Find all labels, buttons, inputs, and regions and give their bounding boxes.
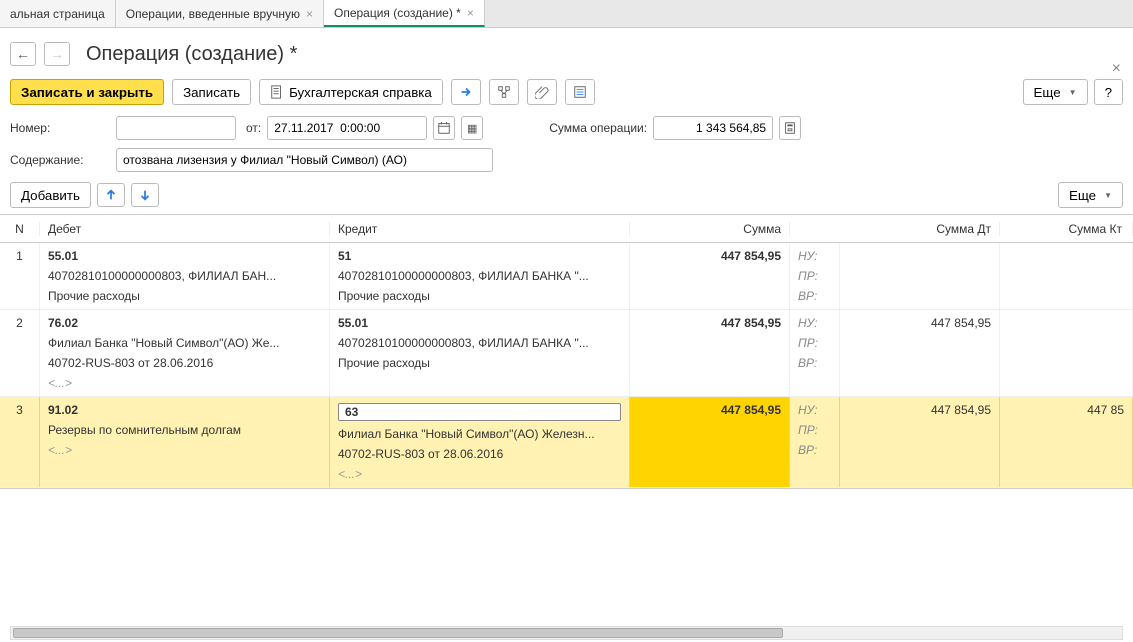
sum-label: Сумма операции: — [549, 121, 647, 135]
content-label: Содержание: — [10, 153, 110, 167]
calendar-icon — [437, 121, 451, 135]
col-debit-header[interactable]: Дебет — [40, 222, 330, 236]
report-button[interactable] — [565, 79, 595, 105]
fill-button[interactable] — [451, 79, 481, 105]
tab-label: альная страница — [10, 7, 105, 21]
move-down-button[interactable] — [131, 183, 159, 207]
col-credit-header[interactable]: Кредит — [330, 222, 630, 236]
close-page-icon[interactable]: × — [1112, 60, 1121, 78]
col-sumdt-header[interactable]: Сумма Дт — [840, 222, 1000, 236]
row-number: 1 — [0, 243, 40, 309]
nav-back-button[interactable]: ← — [10, 42, 36, 66]
tree-button[interactable] — [489, 79, 519, 105]
accounting-note-label: Бухгалтерская справка — [289, 85, 432, 100]
calculator-icon — [783, 121, 797, 135]
close-icon[interactable]: × — [306, 7, 313, 21]
table-row[interactable]: 155.0140702810100000000803, ФИЛИАЛ БАН..… — [0, 243, 1133, 310]
move-up-button[interactable] — [97, 183, 125, 207]
tab-operations-manual[interactable]: Операции, введенные вручную × — [116, 0, 324, 27]
document-icon — [270, 85, 284, 99]
scrollbar-thumb[interactable] — [13, 628, 783, 638]
table-more-button[interactable]: Еще ▼ — [1058, 182, 1123, 208]
more-label: Еще — [1069, 188, 1096, 203]
help-button[interactable]: ? — [1094, 79, 1123, 105]
credit-cell[interactable]: 55.0140702810100000000803, ФИЛИАЛ БАНКА … — [330, 310, 630, 396]
save-button[interactable]: Записать — [172, 79, 251, 105]
tab-home[interactable]: альная страница — [0, 0, 116, 27]
sum-dt-cell[interactable]: 447 854,95 — [840, 397, 1000, 487]
col-sumkt-header[interactable]: Сумма Кт — [1000, 222, 1133, 236]
tab-label: Операции, введенные вручную — [126, 7, 300, 21]
nav-forward-button: → — [44, 42, 70, 66]
chevron-down-icon: ▼ — [1069, 88, 1077, 97]
col-sum-header[interactable]: Сумма — [630, 222, 790, 236]
toolbar: Записать и закрыть Записать Бухгалтерска… — [0, 72, 1133, 112]
credit-cell[interactable]: 5140702810100000000803, ФИЛИАЛ БАНКА "..… — [330, 243, 630, 309]
table-row[interactable]: 391.02Резервы по сомнительным долгам<...… — [0, 397, 1133, 488]
entries-grid: N Дебет Кредит Сумма Сумма Дт Сумма Кт 1… — [0, 214, 1133, 489]
grid-header: N Дебет Кредит Сумма Сумма Дт Сумма Кт — [0, 215, 1133, 243]
sum-kt-cell[interactable] — [1000, 310, 1133, 396]
debit-cell[interactable]: 91.02Резервы по сомнительным долгам<...> — [40, 397, 330, 487]
chevron-down-icon: ▼ — [1104, 191, 1112, 200]
date-extra-button[interactable]: ▦ — [461, 116, 483, 140]
tab-operation-create[interactable]: Операция (создание) * × — [324, 0, 485, 27]
tax-labels-cell: НУ:ПР:ВР: — [790, 243, 840, 309]
number-input[interactable] — [116, 116, 236, 140]
debit-cell[interactable]: 55.0140702810100000000803, ФИЛИАЛ БАН...… — [40, 243, 330, 309]
sum-cell[interactable]: 447 854,95 — [630, 397, 790, 487]
paperclip-icon — [535, 85, 549, 99]
number-label: Номер: — [10, 121, 110, 135]
row-number: 2 — [0, 310, 40, 396]
tax-labels-cell: НУ:ПР:ВР: — [790, 397, 840, 487]
arrow-down-icon — [138, 188, 152, 202]
save-and-close-button[interactable]: Записать и закрыть — [10, 79, 164, 105]
sum-cell[interactable]: 447 854,95 — [630, 243, 790, 309]
more-button[interactable]: Еще ▼ — [1023, 79, 1088, 105]
from-label: от: — [246, 121, 261, 135]
credit-cell[interactable]: 63Филиал Банка "Новый Символ"(АО) Железн… — [330, 397, 630, 487]
calc-button[interactable] — [779, 116, 801, 140]
arrow-up-icon — [104, 188, 118, 202]
tax-labels-cell: НУ:ПР:ВР: — [790, 310, 840, 396]
debit-cell[interactable]: 76.02Филиал Банка "Новый Символ"(АО) Же.… — [40, 310, 330, 396]
horizontal-scrollbar[interactable] — [10, 626, 1123, 640]
arrow-right-icon — [459, 85, 473, 99]
tab-bar: альная страница Операции, введенные вруч… — [0, 0, 1133, 28]
row-number: 3 — [0, 397, 40, 487]
sum-dt-cell[interactable]: 447 854,95 — [840, 310, 1000, 396]
page-title: Операция (создание) * — [78, 43, 297, 66]
content-input[interactable] — [116, 148, 493, 172]
close-icon[interactable]: × — [467, 6, 474, 20]
attach-button[interactable] — [527, 79, 557, 105]
sum-kt-cell[interactable]: 447 85 — [1000, 397, 1133, 487]
col-n-header[interactable]: N — [0, 222, 40, 236]
more-label: Еще — [1034, 85, 1061, 100]
tree-icon — [497, 85, 511, 99]
list-icon — [573, 85, 587, 99]
date-input[interactable] — [267, 116, 427, 140]
accounting-note-button[interactable]: Бухгалтерская справка — [259, 79, 443, 105]
calendar-button[interactable] — [433, 116, 455, 140]
sum-cell[interactable]: 447 854,95 — [630, 310, 790, 396]
tab-label: Операция (создание) * — [334, 6, 461, 20]
add-row-button[interactable]: Добавить — [10, 182, 91, 208]
sum-kt-cell[interactable] — [1000, 243, 1133, 309]
table-row[interactable]: 276.02Филиал Банка "Новый Символ"(АО) Же… — [0, 310, 1133, 397]
sum-dt-cell[interactable] — [840, 243, 1000, 309]
sum-input[interactable] — [653, 116, 773, 140]
